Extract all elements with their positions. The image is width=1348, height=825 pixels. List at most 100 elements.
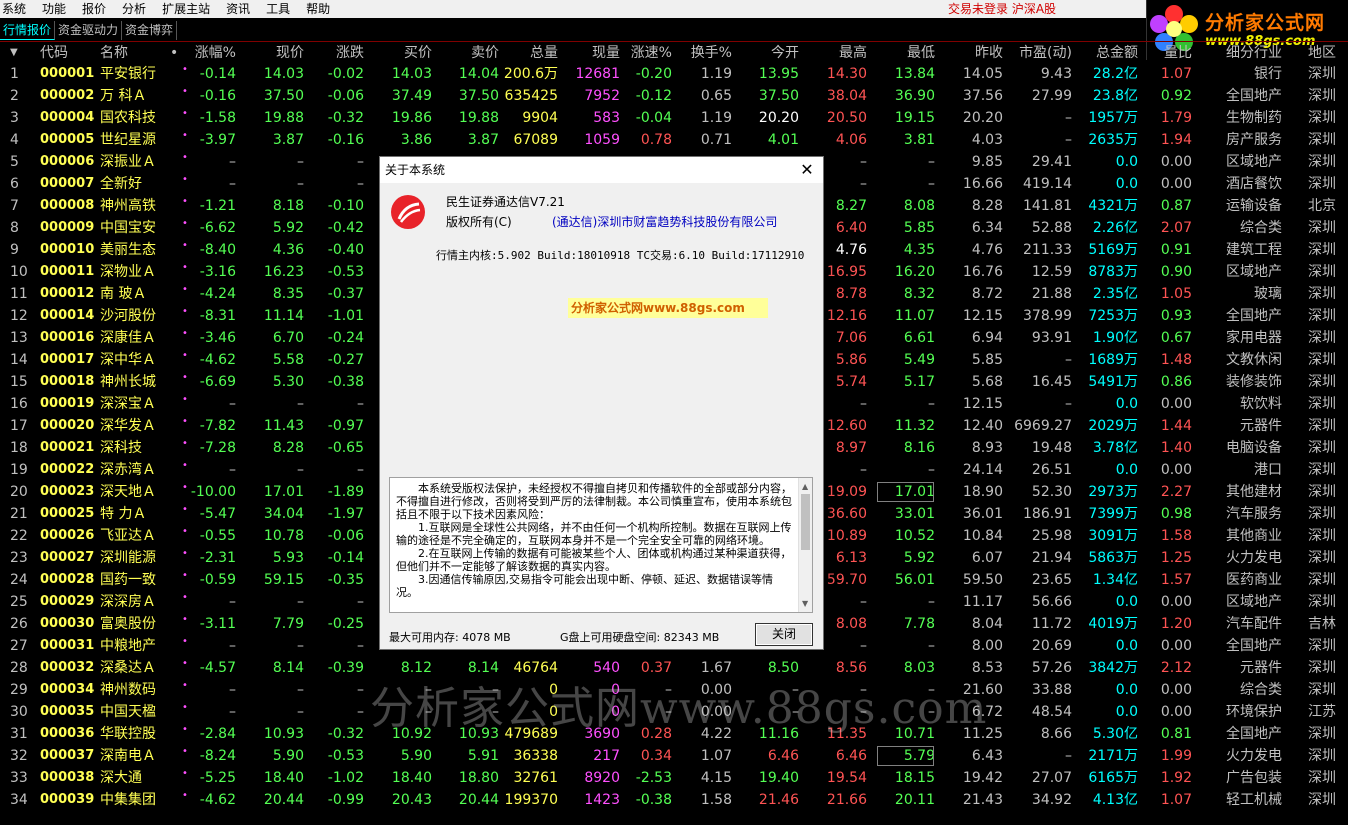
column-header[interactable]: 涨跌: [318, 43, 364, 63]
table-row[interactable]: 3 000004 国农科技 • -1.58 19.88 -0.32 19.86 19.88 990…: [0, 107, 1348, 129]
column-header[interactable]: 细分行业: [1200, 43, 1282, 63]
cell-code: 000016: [40, 330, 95, 345]
trade-status[interactable]: 交易未登录 沪深A股: [948, 0, 1056, 18]
cell-open: 20.20: [758, 110, 799, 126]
cell-amt: 2635万: [1088, 132, 1138, 148]
tab-1[interactable]: 行情报价: [0, 21, 56, 40]
menu-item[interactable]: 工具: [258, 0, 298, 18]
close-button[interactable]: 关闭: [755, 623, 813, 646]
cell-high: 11.35: [826, 726, 867, 742]
cell-vr: 0.86: [1160, 374, 1192, 390]
column-header[interactable]: 地区: [1290, 43, 1336, 63]
scroll-up-icon[interactable]: ▲: [802, 480, 808, 493]
cell-cur: 1423: [584, 792, 620, 808]
cell-name: 南 玻Ａ: [100, 286, 147, 302]
cell-turn: 4.22: [700, 726, 732, 742]
table-row[interactable]: 28 000032 深桑达Ａ • -4.57 8.14 -0.39 8.12 8.14 46764…: [0, 657, 1348, 679]
cell-spd: -0.20: [635, 66, 672, 82]
cell-vol: 199370: [504, 792, 558, 808]
cell-reg: 深圳: [1308, 396, 1336, 412]
cell-pct: -2.31: [199, 550, 236, 566]
cell-code: 000025: [40, 506, 95, 521]
column-header[interactable]: 最低: [876, 43, 935, 63]
table-row[interactable]: 31 000036 华联控股 • -2.84 10.93 -0.32 10.92 10.93 47…: [0, 723, 1348, 745]
tab-2[interactable]: 资金驱动力: [55, 21, 123, 40]
cell-price: 14.03: [263, 66, 304, 82]
column-header[interactable]: 换手%: [682, 43, 732, 63]
column-header[interactable]: 卖价: [444, 43, 499, 63]
menu-item[interactable]: 系统: [0, 0, 34, 18]
cell-prev: 12.15: [962, 396, 1003, 412]
table-row[interactable]: 34 000039 中集集团 • -4.62 20.44 -0.99 20.43 20.44 19…: [0, 789, 1348, 811]
cell-low: 18.15: [894, 770, 935, 786]
cell-prev: 18.90: [962, 484, 1003, 500]
column-header[interactable]: 名称: [100, 43, 160, 63]
cell-low: 20.11: [894, 792, 935, 808]
column-header[interactable]: 总金额: [1075, 43, 1138, 63]
column-header[interactable]: 市盈(动): [1005, 43, 1072, 63]
column-header[interactable]: 买价: [380, 43, 432, 63]
menu-item[interactable]: 帮助: [298, 0, 338, 18]
menu-item[interactable]: 报价: [74, 0, 114, 18]
column-header[interactable]: •: [170, 43, 182, 63]
flag-dot-icon: •: [182, 702, 188, 713]
cell-chg: –: [357, 462, 364, 478]
company-link[interactable]: (通达信)深圳市财富趋势科技股份有限公司: [552, 213, 777, 230]
cell-pe: 56.66: [1031, 594, 1072, 610]
cell-pe: 6969.27: [1014, 418, 1072, 434]
cell-turn: 0.00: [700, 704, 732, 720]
cell-vr: 0.00: [1160, 396, 1192, 412]
cell-spd: -0.12: [635, 88, 672, 104]
sort-arrow-icon[interactable]: ▼: [10, 43, 18, 63]
cell-name: 世纪星源: [100, 132, 156, 148]
cell-price: 5.93: [272, 550, 304, 566]
cell-vr: 1.79: [1160, 110, 1192, 126]
flag-dot-icon: •: [182, 64, 188, 75]
tab-3[interactable]: 资金博弈: [122, 21, 178, 40]
cell-open: 19.40: [758, 770, 799, 786]
cell-high: 14.30: [826, 66, 867, 82]
column-header[interactable]: 代码: [40, 43, 96, 63]
table-row[interactable]: 2 000002 万 科Ａ • -0.16 37.50 -0.06 37.49 37.50 635…: [0, 85, 1348, 107]
cell-name: 深康佳Ａ: [100, 330, 156, 346]
cell-pct: -2.84: [199, 726, 236, 742]
close-icon[interactable]: ✕: [797, 160, 817, 180]
table-row[interactable]: 33 000038 深大通 • -5.25 18.40 -1.02 18.40 18.80 327…: [0, 767, 1348, 789]
cell-reg: 深圳: [1308, 682, 1336, 698]
license-scrollbar[interactable]: ▲ ▼: [798, 478, 812, 612]
cell-ind: 火力发电: [1226, 748, 1282, 764]
cell-ind: 医药商业: [1226, 572, 1282, 588]
scroll-thumb[interactable]: [801, 494, 810, 550]
table-row[interactable]: 32 000037 深南电Ａ • -8.24 5.90 -0.53 5.90 5.91 36338…: [0, 745, 1348, 767]
cell-pct: -0.55: [199, 528, 236, 544]
scroll-down-icon[interactable]: ▼: [802, 597, 808, 610]
column-header[interactable]: 今开: [745, 43, 799, 63]
menu-item[interactable]: 功能: [34, 0, 74, 18]
cell-vol: 9904: [522, 110, 558, 126]
column-header[interactable]: 涨速%: [626, 43, 672, 63]
column-header[interactable]: 现价: [250, 43, 304, 63]
cell-pe: 52.88: [1031, 220, 1072, 236]
column-header[interactable]: 总量: [500, 43, 558, 63]
license-text[interactable]: 本系统受版权法保护，未经授权不得擅自拷贝和传播软件的全部或部分内容，不得擅自进行…: [389, 477, 813, 613]
column-header[interactable]: 最高: [810, 43, 867, 63]
cell-cur: 12681: [575, 66, 620, 82]
table-row[interactable]: 29 000034 神州数码 • – – – – – 0 0 – 0.00 – – – 21.60 33.88 0.…: [0, 679, 1348, 701]
cell-chg: -0.42: [327, 220, 364, 236]
table-row[interactable]: 30 000035 中国天楹 • – – – – – 0 0 – 0.00 – – – 6.72 48.54 0.0…: [0, 701, 1348, 723]
menu-item[interactable]: 分析: [114, 0, 154, 18]
cell-pct: –: [229, 396, 236, 412]
flag-dot-icon: •: [182, 240, 188, 251]
cell-i: 6: [10, 176, 19, 192]
dialog-title: 关于本系统: [380, 157, 823, 183]
table-row[interactable]: 4 000005 世纪星源 • -3.97 3.87 -0.16 3.86 3.87 67089 1…: [0, 129, 1348, 151]
column-header[interactable]: 涨幅%: [190, 43, 236, 63]
table-row[interactable]: 1 000001 平安银行 • -0.14 14.03 -0.02 14.03 14.04 200…: [0, 63, 1348, 85]
menu-item[interactable]: 扩展主站: [154, 0, 218, 18]
column-header[interactable]: 量比: [1148, 43, 1192, 63]
column-header[interactable]: 现量: [570, 43, 620, 63]
menu-item[interactable]: 资讯: [218, 0, 258, 18]
cell-ind: 区域地产: [1226, 264, 1282, 280]
cell-pct: -0.16: [199, 88, 236, 104]
column-header[interactable]: 昨收: [950, 43, 1003, 63]
